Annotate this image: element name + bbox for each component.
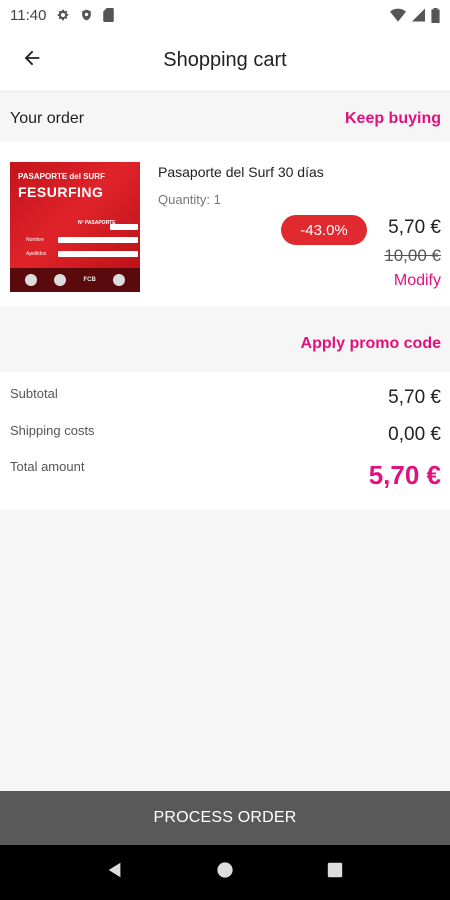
discount-badge: -43.0% (281, 215, 367, 245)
thumbnail-line-1: PASAPORTE del SURF (18, 172, 105, 181)
status-left: 11:40 (10, 6, 115, 24)
recents-square-icon (327, 862, 343, 883)
totals-card: Subtotal 5,70 € Shipping costs 0,00 € To… (0, 372, 450, 510)
subtotal-value: 5,70 € (388, 387, 441, 408)
wifi-icon (390, 8, 406, 22)
keep-buying-link[interactable]: Keep buying (345, 110, 441, 128)
shipping-label: Shipping costs (10, 423, 95, 438)
logo-icon (24, 274, 37, 286)
system-nav-bar (0, 845, 450, 900)
shipping-value: 0,00 € (388, 424, 441, 445)
thumbnail-field (58, 251, 138, 257)
product-old-price: 10,00 € (384, 246, 441, 265)
order-header: Your order Keep buying (0, 100, 450, 138)
arrow-left-icon (21, 47, 43, 74)
status-bar: 11:40 (0, 0, 450, 30)
page-title: Shopping cart (163, 49, 287, 71)
thumbnail-field (110, 224, 138, 230)
logo-icon (113, 274, 126, 286)
nav-back-button[interactable] (93, 851, 137, 895)
thumbnail-field (58, 237, 138, 243)
product-thumbnail[interactable]: PASAPORTE del SURF FESURFING Nº PASAPORT… (10, 162, 140, 292)
back-triangle-icon (106, 861, 124, 884)
app-bar: Shopping cart (0, 30, 450, 92)
product-name: Pasaporte del Surf 30 días (158, 164, 324, 180)
sd-card-icon (103, 8, 115, 22)
thumbnail-line-2: FESURFING (18, 184, 104, 200)
nav-home-button[interactable] (203, 851, 247, 895)
battery-icon (431, 7, 440, 23)
home-circle-icon (216, 861, 234, 884)
product-price: 5,70 € (388, 217, 441, 238)
status-right (390, 7, 440, 23)
status-time: 11:40 (10, 6, 47, 24)
process-order-button[interactable]: PROCESS ORDER (0, 791, 450, 845)
product-card: PASAPORTE del SURF FESURFING Nº PASAPORT… (0, 142, 450, 306)
shield-icon (80, 8, 93, 22)
apply-promo-code-link[interactable]: Apply promo code (301, 335, 441, 353)
back-button[interactable] (0, 30, 64, 92)
thumbnail-field-label-1: Nombre (26, 237, 44, 243)
thumbnail-field-label-2: Apellidos (26, 251, 47, 257)
total-value: 5,70 € (368, 460, 441, 490)
total-label: Total amount (10, 459, 85, 474)
logo-icon (54, 274, 67, 286)
subtotal-label: Subtotal (10, 386, 58, 401)
modify-link[interactable]: Modify (394, 272, 441, 290)
thumbnail-logos: FCB (10, 268, 140, 292)
order-title: Your order (10, 110, 85, 127)
signal-icon (412, 8, 425, 22)
thumbnail-logo-text: FCB (83, 277, 96, 283)
gear-icon (56, 8, 70, 22)
promo-row: Apply promo code (0, 318, 450, 370)
nav-recents-button[interactable] (313, 851, 357, 895)
product-quantity: Quantity: 1 (158, 192, 221, 207)
